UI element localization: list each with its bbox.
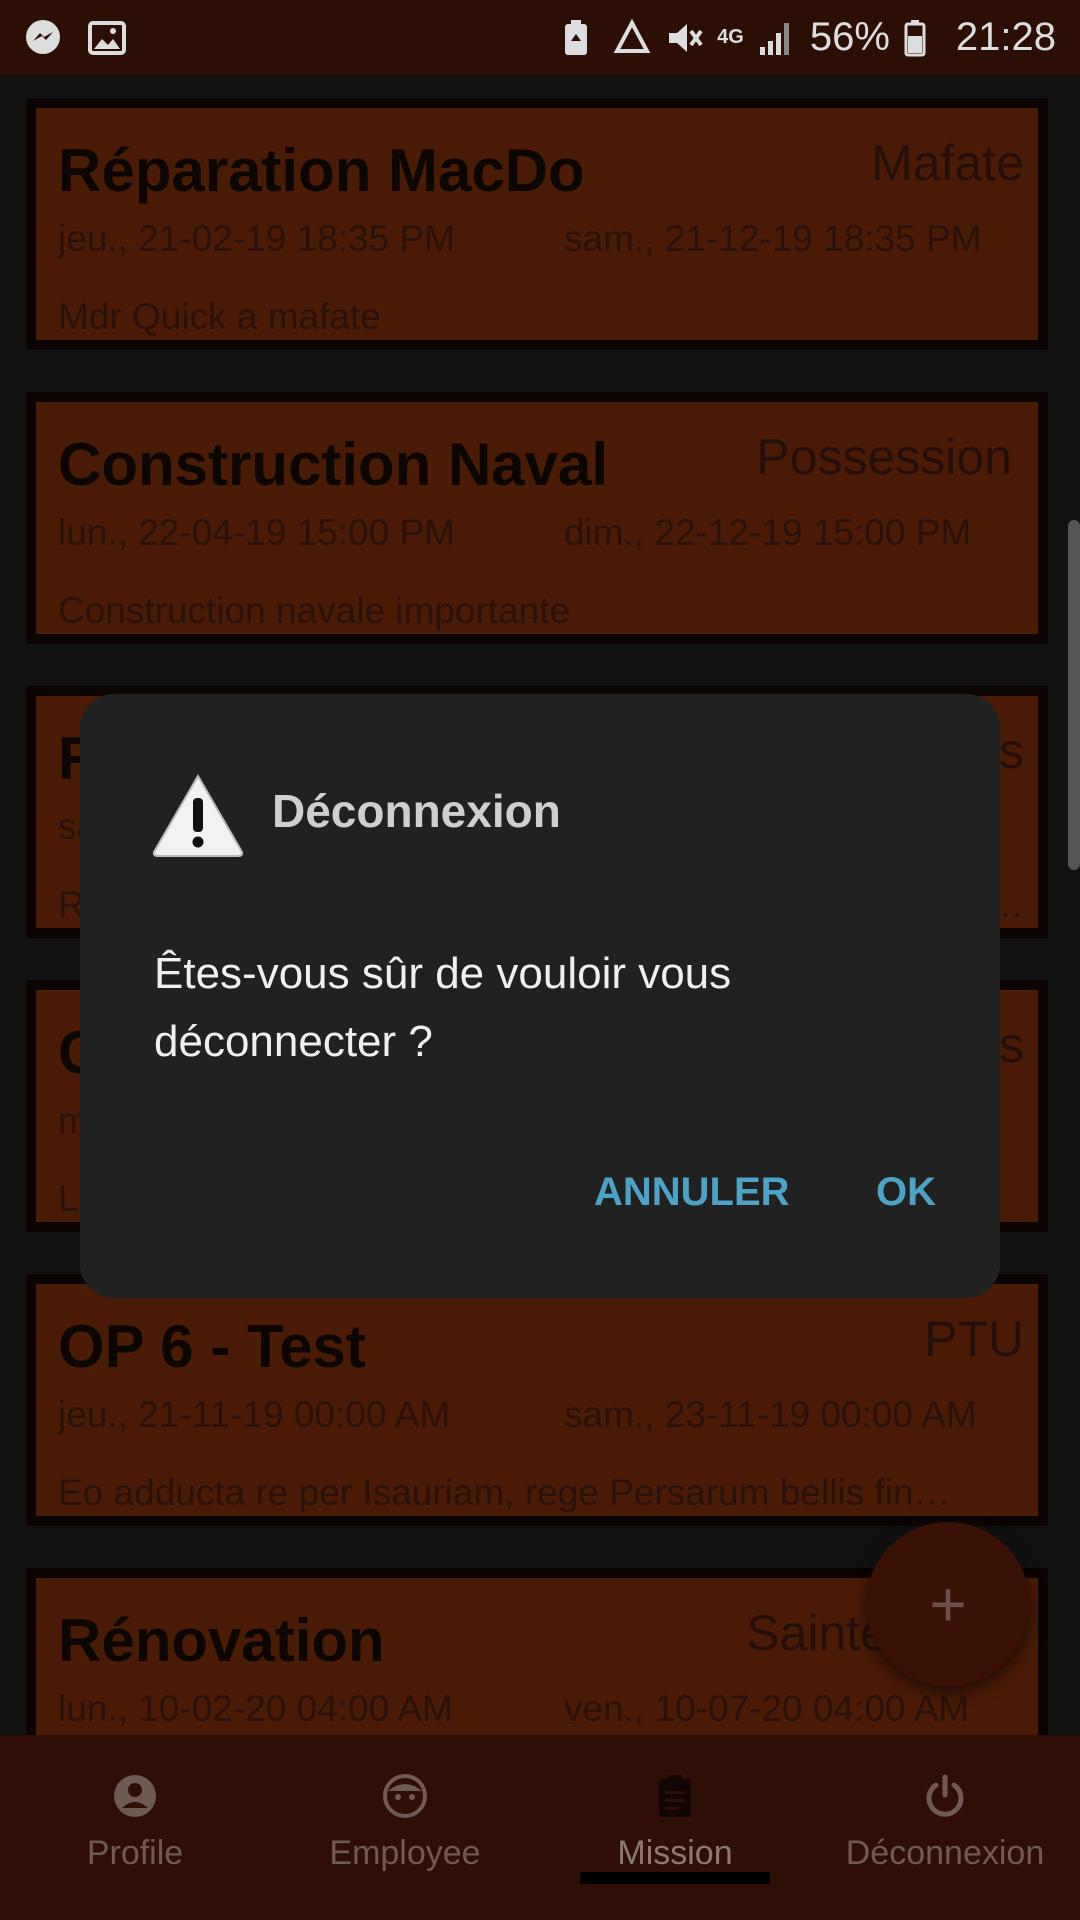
- mission-description: Mdr Quick a mafate: [58, 296, 381, 337]
- mission-description: Eo adducta re per Isauriam, rege Persaru…: [58, 1472, 951, 1513]
- mission-start-date: lun., 22-04-19 15:00 PM: [58, 512, 455, 553]
- nav-item-logout[interactable]: Déconnexion: [810, 1735, 1080, 1920]
- mute-icon: [665, 19, 703, 57]
- mission-card[interactable]: Construction Naval Possession lun., 22-0…: [26, 392, 1048, 644]
- nav-item-profile[interactable]: Profile: [0, 1735, 270, 1920]
- mission-end-date: ven., 10-07-20 04:00 AM: [564, 1688, 970, 1729]
- nav-label: Mission: [617, 1834, 733, 1872]
- dialog-title: Déconnexion: [272, 785, 561, 837]
- dialog-message: Êtes-vous sûr de vouloir vous déconnecte…: [154, 949, 732, 1066]
- logout-dialog: Déconnexion Êtes-vous sûr de vouloir vou…: [80, 694, 1000, 1298]
- add-mission-button[interactable]: +: [866, 1522, 1030, 1686]
- profile-icon: [112, 1773, 158, 1824]
- mission-start-date: lun., 10-02-20 04:00 AM: [58, 1688, 453, 1729]
- plus-icon: +: [929, 1568, 967, 1640]
- nav-item-mission[interactable]: Mission: [540, 1735, 810, 1920]
- clock: 21:28: [955, 15, 1056, 59]
- scrollbar[interactable]: [1068, 520, 1080, 870]
- mission-location: PTU: [924, 1311, 1024, 1367]
- mission-title: OP 6 - Test: [58, 1313, 366, 1380]
- nav-item-employee[interactable]: Employee: [270, 1735, 540, 1920]
- battery-percent: 56%: [809, 15, 890, 59]
- mission-location: Mafate: [871, 135, 1024, 191]
- mission-start-date: jeu., 21-02-19 18:35 PM: [58, 218, 455, 259]
- battery-icon: [904, 19, 942, 57]
- power-icon: [922, 1773, 968, 1824]
- ok-button[interactable]: OK: [876, 1170, 936, 1215]
- mission-end-date: dim., 22-12-19 15:00 PM: [564, 512, 972, 553]
- nav-label: Déconnexion: [845, 1834, 1045, 1872]
- clipboard-icon: [652, 1773, 698, 1824]
- nav-label: Employee: [329, 1834, 481, 1872]
- recycle-icon: [613, 18, 651, 57]
- mission-location: Possession: [756, 429, 1012, 485]
- bottom-navigation: Profile Employee Mission Déconnexion: [0, 1735, 1080, 1920]
- warning-icon: [150, 772, 246, 858]
- mission-card[interactable]: Réparation MacDo Mafate jeu., 21-02-19 1…: [26, 98, 1048, 350]
- messenger-icon: [24, 19, 62, 57]
- mission-title: Réparation MacDo: [58, 137, 585, 204]
- signal-icon: [758, 19, 796, 57]
- active-nav-indicator: [580, 1872, 770, 1884]
- mission-card[interactable]: OP 6 - Test PTU jeu., 21-11-19 00:00 AM …: [26, 1274, 1048, 1526]
- mission-end-date: sam., 21-12-19 18:35 PM: [564, 218, 982, 259]
- gallery-icon: [88, 19, 126, 57]
- mission-title: Construction Naval: [58, 431, 609, 498]
- 4g-icon: 4G: [717, 26, 744, 48]
- battery-saver-icon: [561, 19, 599, 57]
- mission-start-date: jeu., 21-11-19 00:00 AM: [58, 1394, 451, 1435]
- mission-title: Rénovation: [58, 1607, 385, 1674]
- mission-description: Construction navale importante: [58, 590, 571, 631]
- mission-end-date: sam., 23-11-19 00:00 AM: [564, 1394, 977, 1435]
- face-icon: [382, 1773, 428, 1824]
- nav-label: Profile: [86, 1834, 184, 1872]
- status-bar: 4G 56% 21:28: [0, 0, 1080, 75]
- cancel-button[interactable]: ANNULER: [594, 1170, 790, 1215]
